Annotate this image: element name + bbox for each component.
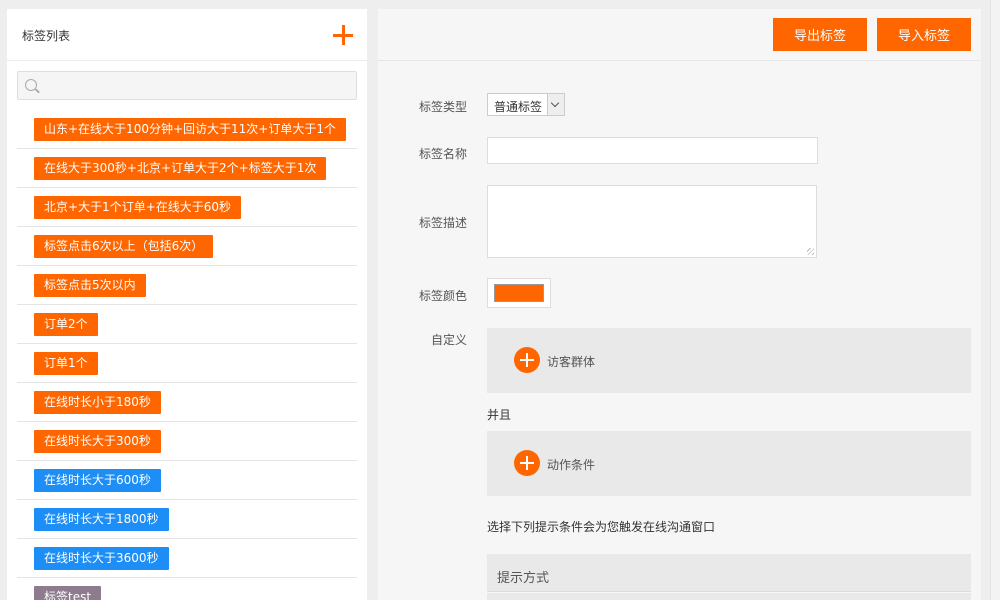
prompt-method-box[interactable]: 提示方式 <box>487 554 971 592</box>
tag-list-item[interactable]: 订单1个 <box>17 344 357 383</box>
tag-chip[interactable]: 标签点击5次以内 <box>34 274 146 297</box>
action-condition-box[interactable]: 动作条件 <box>487 431 971 496</box>
tag-list-item[interactable]: 在线时长大于1800秒 <box>17 500 357 539</box>
prompt-method-next <box>487 593 971 600</box>
tag-list-item[interactable]: 标签test <box>17 578 357 600</box>
hint-text: 选择下列提示条件会为您触发在线沟通窗口 <box>487 520 716 534</box>
tag-list-item[interactable]: 山东+在线大于100分钟+回访大于11次+订单大于1个 <box>17 110 357 149</box>
editor-toolbar: 导出标签 导入标签 <box>378 9 981 61</box>
tag-list-item[interactable]: 在线时长大于3600秒 <box>17 539 357 578</box>
tag-list-item[interactable]: 订单2个 <box>17 305 357 344</box>
tag-color-picker[interactable] <box>487 278 551 308</box>
visitor-group-text: 访客群体 <box>547 355 596 369</box>
search-icon <box>25 79 37 91</box>
tag-list-item[interactable]: 在线时长大于600秒 <box>17 461 357 500</box>
chevron-down-icon <box>547 94 564 115</box>
tag-chip[interactable]: 在线时长大于600秒 <box>34 469 161 492</box>
add-visitor-group-icon[interactable] <box>514 347 540 373</box>
add-action-condition-icon[interactable] <box>514 450 540 476</box>
search-box[interactable] <box>17 71 357 100</box>
tag-chip[interactable]: 山东+在线大于100分钟+回访大于11次+订单大于1个 <box>34 118 346 141</box>
tag-editor-panel: 导出标签 导入标签 标签类型 普通标签 标签名称 标签描述 标签颜色 自定义 访… <box>378 9 981 600</box>
tag-list-title: 标签列表 <box>22 29 71 43</box>
search-input[interactable] <box>44 74 349 97</box>
tag-chip[interactable]: 在线时长大于3600秒 <box>34 547 169 570</box>
tag-list-header: 标签列表 <box>7 9 367 61</box>
prompt-method-text: 提示方式 <box>497 571 550 586</box>
tag-list-item[interactable]: 标签点击5次以内 <box>17 266 357 305</box>
tag-list-item[interactable]: 在线时长小于180秒 <box>17 383 357 422</box>
tag-chip[interactable]: 在线大于300秒+北京+订单大于2个+标签大于1次 <box>34 157 327 180</box>
tag-chip[interactable]: 订单1个 <box>34 352 98 375</box>
custom-label: 自定义 <box>430 333 467 347</box>
tag-chip[interactable]: 在线时长小于180秒 <box>34 391 161 414</box>
tag-list-item[interactable]: 标签点击6次以上（包括6次） <box>17 227 357 266</box>
add-tag-icon[interactable] <box>332 24 354 46</box>
tag-list-item[interactable]: 在线大于300秒+北京+订单大于2个+标签大于1次 <box>17 149 357 188</box>
tag-chip[interactable]: 标签test <box>34 586 102 600</box>
export-tags-button[interactable]: 导出标签 <box>773 18 867 51</box>
resize-grip-icon[interactable] <box>807 248 814 255</box>
tag-list: 山东+在线大于100分钟+回访大于11次+订单大于1个 在线大于300秒+北京+订… <box>17 110 357 600</box>
tag-chip[interactable]: 在线时长大于1800秒 <box>34 508 169 531</box>
tag-name-label: 标签名称 <box>418 147 467 161</box>
tag-chip[interactable]: 订单2个 <box>34 313 98 336</box>
tag-desc-label: 标签描述 <box>418 216 467 230</box>
import-tags-button[interactable]: 导入标签 <box>877 18 971 51</box>
tag-chip[interactable]: 在线时长大于300秒 <box>34 430 161 453</box>
tag-chip[interactable]: 北京+大于1个订单+在线大于60秒 <box>34 196 242 219</box>
tag-type-select[interactable]: 普通标签 <box>487 93 565 116</box>
tag-chip[interactable]: 标签点击6次以上（包括6次） <box>34 235 214 258</box>
tag-list-item[interactable]: 在线时长大于300秒 <box>17 422 357 461</box>
visitor-group-box[interactable]: 访客群体 <box>487 328 971 393</box>
tag-desc-textarea[interactable] <box>487 185 817 258</box>
tag-name-input[interactable] <box>487 137 818 164</box>
tag-list-panel: 标签列表 山东+在线大于100分钟+回访大于11次+订单大于1个 在线大于300秒… <box>7 9 367 600</box>
tag-type-value: 普通标签 <box>494 100 543 114</box>
page-scrollbar[interactable] <box>990 0 1000 600</box>
and-text: 并且 <box>487 408 512 422</box>
tag-color-label: 标签颜色 <box>418 289 467 303</box>
tag-list-item[interactable]: 北京+大于1个订单+在线大于60秒 <box>17 188 357 227</box>
tag-type-label: 标签类型 <box>418 100 467 114</box>
action-condition-text: 动作条件 <box>547 458 596 472</box>
color-swatch <box>494 284 544 302</box>
